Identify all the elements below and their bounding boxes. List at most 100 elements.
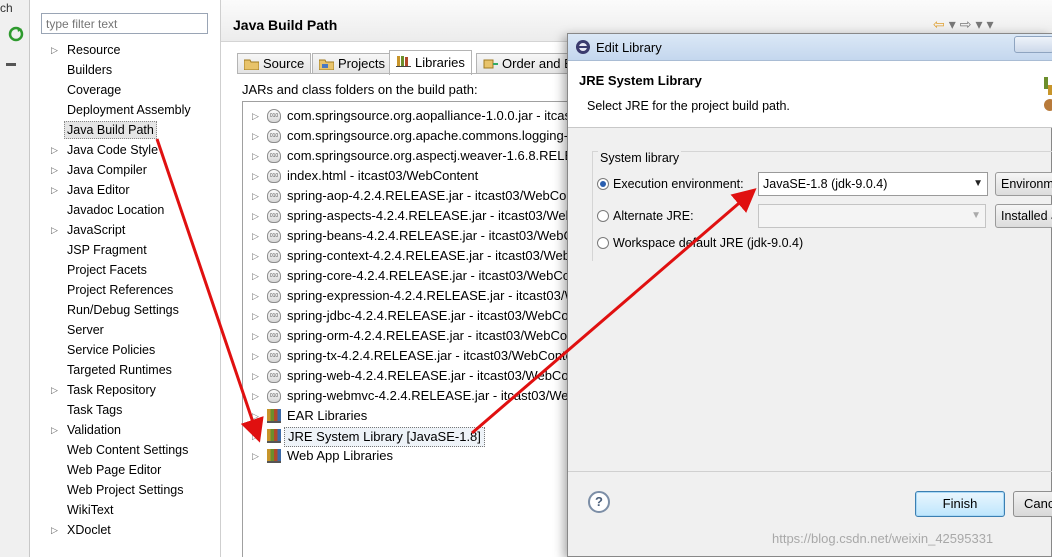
nav-item[interactable]: Targeted Runtimes [30, 360, 220, 380]
expand-arrow-icon[interactable]: ▷ [252, 326, 259, 346]
chevron-down-icon: ▼ [973, 178, 983, 189]
expand-arrow-icon[interactable]: ▷ [51, 520, 58, 540]
expand-arrow-icon[interactable]: ▷ [51, 180, 58, 200]
expand-arrow-icon[interactable]: ▷ [51, 160, 58, 180]
tab-projects[interactable]: Projects [312, 53, 392, 74]
expand-arrow-icon[interactable]: ▷ [252, 406, 259, 426]
nav-item[interactable]: ▷ Resource [30, 40, 220, 60]
nav-item-label: Task Tags [67, 403, 123, 417]
expand-arrow-icon[interactable]: ▷ [252, 366, 259, 386]
expand-arrow-icon[interactable]: ▷ [252, 426, 259, 446]
finish-button[interactable]: Finish [915, 491, 1005, 517]
workspace-default-option[interactable]: Workspace default JRE (jdk-9.0.4) [597, 233, 803, 253]
jar-icon: 010 [267, 269, 281, 283]
expand-arrow-icon[interactable]: ▷ [252, 346, 259, 366]
nav-item[interactable]: Java Build Path [30, 120, 220, 140]
nav-item[interactable]: ▷ Java Compiler [30, 160, 220, 180]
tab-source[interactable]: Source [237, 53, 312, 74]
expand-arrow-icon[interactable]: ▷ [51, 140, 58, 160]
nav-item[interactable]: ▷ JavaScript [30, 220, 220, 240]
nav-item[interactable]: ▷ XDoclet [30, 520, 220, 540]
nav-item[interactable]: ▷ Task Repository [30, 380, 220, 400]
alternate-jre-radio[interactable] [597, 210, 609, 222]
library-entry-label: com.springsource.org.apache.commons.logg… [287, 128, 581, 143]
left-edge-panel: rch ▬ [0, 0, 30, 557]
library-entry-label: spring-aspects-4.2.4.RELEASE.jar - itcas… [287, 208, 581, 223]
expand-arrow-icon[interactable]: ▷ [252, 246, 259, 266]
nav-item[interactable]: Javadoc Location [30, 200, 220, 220]
expand-arrow-icon[interactable]: ▷ [51, 380, 58, 400]
expand-arrow-icon[interactable]: ▷ [252, 146, 259, 166]
minimize-button[interactable] [1014, 36, 1052, 53]
expand-arrow-icon[interactable]: ▷ [252, 286, 259, 306]
filter-input[interactable] [41, 13, 208, 34]
cancel-button[interactable]: Cancel [1013, 491, 1052, 517]
expand-arrow-icon[interactable]: ▷ [51, 420, 58, 440]
expand-arrow-icon[interactable]: ▷ [51, 220, 58, 240]
nav-item[interactable]: Run/Debug Settings [30, 300, 220, 320]
jar-icon: 010 [267, 229, 281, 243]
expand-arrow-icon[interactable]: ▷ [252, 186, 259, 206]
nav-item[interactable]: Project References [30, 280, 220, 300]
nav-item[interactable]: Web Project Settings [30, 480, 220, 500]
library-entry-label: spring-aop-4.2.4.RELEASE.jar - itcast03/… [287, 188, 581, 203]
nav-item-label: Resource [67, 43, 121, 57]
forward-menu-icon[interactable]: ▾ [976, 16, 987, 32]
library-entry-label: EAR Libraries [287, 408, 368, 423]
nav-item[interactable]: Builders [30, 60, 220, 80]
forward-arrow-icon[interactable]: ⇨ [960, 16, 976, 32]
environments-button[interactable]: Environments... [995, 172, 1052, 196]
nav-item[interactable]: Web Content Settings [30, 440, 220, 460]
jar-icon: 010 [267, 209, 281, 223]
expand-arrow-icon[interactable]: ▷ [252, 306, 259, 326]
nav-item[interactable]: ▷ Validation [30, 420, 220, 440]
expand-arrow-icon[interactable]: ▷ [252, 226, 259, 246]
expand-arrow-icon[interactable]: ▷ [252, 446, 259, 466]
back-menu-icon[interactable]: ▾ [949, 16, 960, 32]
nav-item-label: JSP Fragment [67, 243, 147, 257]
refresh-icon[interactable] [8, 26, 24, 42]
nav-item[interactable]: ▷ Java Code Style [30, 140, 220, 160]
execution-environment-select[interactable]: JavaSE-1.8 (jdk-9.0.4) ▼ [758, 172, 988, 196]
jar-icon: 010 [267, 309, 281, 323]
tab-libraries[interactable]: Libraries [389, 50, 472, 75]
alternate-jre-select[interactable]: ▼ [758, 204, 986, 228]
library-entry-label: spring-expression-4.2.4.RELEASE.jar - it… [287, 288, 581, 303]
nav-item[interactable]: JSP Fragment [30, 240, 220, 260]
back-arrow-icon[interactable]: ⇦ [933, 16, 949, 32]
nav-item-label: Targeted Runtimes [67, 363, 172, 377]
nav-item[interactable]: Coverage [30, 80, 220, 100]
library-entry-label: spring-jdbc-4.2.4.RELEASE.jar - itcast03… [287, 308, 581, 323]
nav-item[interactable]: Deployment Assembly [30, 100, 220, 120]
dialog-titlebar[interactable]: Edit Library [568, 34, 1052, 61]
nav-item[interactable]: Service Policies [30, 340, 220, 360]
installed-jres-button[interactable]: Installed JREs... [995, 204, 1052, 228]
expand-arrow-icon[interactable]: ▷ [252, 106, 259, 126]
expand-arrow-icon[interactable]: ▷ [252, 166, 259, 186]
minimize-icon[interactable]: ▬ [6, 58, 16, 69]
workspace-default-radio[interactable] [597, 237, 609, 249]
execution-environment-radio[interactable] [597, 178, 609, 190]
nav-item[interactable]: WikiText [30, 500, 220, 520]
nav-item[interactable]: Server [30, 320, 220, 340]
edit-library-dialog: Edit Library JRE System Library Select J… [567, 33, 1052, 557]
nav-item[interactable]: ▷ Java Editor [30, 180, 220, 200]
jar-icon: 010 [267, 349, 281, 363]
nav-item-label: Task Repository [67, 383, 156, 397]
expand-arrow-icon[interactable]: ▷ [51, 40, 58, 60]
nav-item-label: Java Code Style [67, 143, 159, 157]
nav-item[interactable]: Task Tags [30, 400, 220, 420]
nav-item-label: Coverage [67, 83, 122, 97]
execution-environment-option[interactable]: Execution environment: [597, 174, 744, 194]
expand-arrow-icon[interactable]: ▷ [252, 266, 259, 286]
alternate-jre-option[interactable]: Alternate JRE: [597, 206, 694, 226]
nav-item[interactable]: Web Page Editor [30, 460, 220, 480]
expand-arrow-icon[interactable]: ▷ [252, 206, 259, 226]
view-menu-icon[interactable]: ▾ [987, 16, 998, 32]
nav-item[interactable]: Project Facets [30, 260, 220, 280]
expand-arrow-icon[interactable]: ▷ [252, 126, 259, 146]
libraries-tree[interactable]: ▷ 010 com.springsource.org.aopalliance-1.0… [242, 101, 582, 557]
expand-arrow-icon[interactable]: ▷ [252, 386, 259, 406]
library-entry-label: spring-webmvc-4.2.4.RELEASE.jar - itcast… [287, 388, 581, 403]
help-button[interactable]: ? [588, 491, 610, 513]
